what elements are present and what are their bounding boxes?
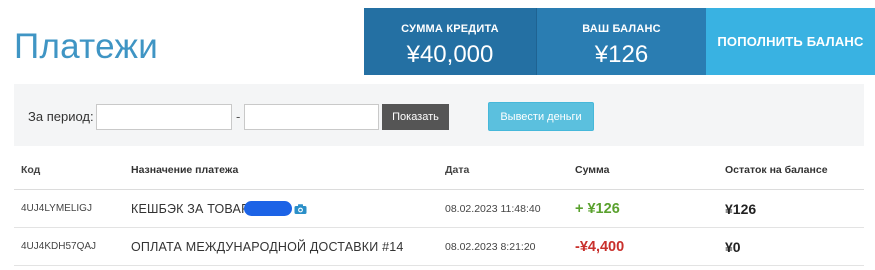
payment-amount-cell: + ¥126 — [575, 190, 620, 227]
balance-label: ВАШ БАЛАНС — [582, 23, 661, 35]
topup-button[interactable]: ПОПОЛНИТЬ БАЛАНС — [706, 8, 875, 75]
payment-amount: -¥4,400 — [575, 238, 625, 255]
payment-code: 4UJ4KDH57QAJ — [21, 241, 97, 252]
withdraw-button[interactable]: Вывести деньги — [488, 102, 594, 131]
payment-code: 4UJ4LYMELIGJ — [21, 203, 92, 214]
date-from-input[interactable] — [96, 104, 232, 130]
column-amount: Сумма — [575, 163, 610, 176]
table-row: 4UJ4KDH57QAJ ОПЛАТА МЕЖДУНАРОДНОЙ ДОСТАВ… — [14, 228, 864, 266]
payment-amount-cell: -¥4,400 — [575, 228, 624, 265]
payment-date: 08.02.2023 8:21:20 — [445, 240, 536, 253]
period-filter: За период: - Показать Вывести деньги — [14, 84, 864, 146]
camera-icon[interactable] — [294, 203, 307, 215]
redaction-mark — [243, 201, 292, 216]
page-title: Платежи — [14, 27, 159, 66]
credit-value: ¥40,000 — [406, 41, 494, 68]
table-header: Код Назначение платежа Дата Сумма Остато… — [14, 150, 864, 190]
date-to-input[interactable] — [244, 104, 379, 130]
table-row: 4UJ4LYMELIGJ КЕШБЭК ЗА ТОВАР 08.02.2023 … — [14, 190, 864, 228]
balance-summary: ВАШ БАЛАНС ¥126 — [536, 8, 706, 75]
column-purpose: Назначение платежа — [131, 163, 239, 176]
show-button[interactable]: Показать — [382, 104, 449, 130]
credit-summary: СУММА КРЕДИТА ¥40,000 — [364, 8, 536, 75]
balance-after: ¥126 — [725, 200, 757, 217]
balance-after-cell: ¥0 — [725, 228, 741, 265]
balance-after-cell: ¥126 — [725, 190, 756, 227]
column-balance: Остаток на балансе — [725, 163, 828, 176]
payments-table: Код Назначение платежа Дата Сумма Остато… — [14, 150, 864, 266]
payment-amount: + ¥126 — [575, 200, 620, 217]
payment-purpose: ОПЛАТА МЕЖДУНАРОДНОЙ ДОСТАВКИ #14 — [131, 239, 404, 254]
column-date: Дата — [445, 163, 470, 176]
balance-value: ¥126 — [594, 41, 649, 68]
payment-purpose-cell: КЕШБЭК ЗА ТОВАР — [131, 190, 307, 227]
column-code: Код — [21, 163, 41, 176]
period-label: За период: — [28, 109, 94, 124]
header: Платежи СУММА КРЕДИТА ¥40,000 ВАШ БАЛАНС… — [0, 0, 875, 75]
payment-date: 08.02.2023 11:48:40 — [445, 202, 541, 215]
date-separator: - — [236, 109, 241, 124]
credit-label: СУММА КРЕДИТА — [401, 23, 499, 35]
payment-purpose: КЕШБЭК ЗА ТОВАР — [131, 201, 250, 216]
balance-after: ¥0 — [725, 238, 741, 255]
